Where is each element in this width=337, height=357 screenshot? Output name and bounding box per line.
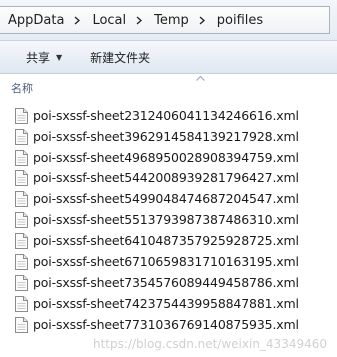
breadcrumb-item-local[interactable]: Local <box>84 7 146 33</box>
xml-file-icon <box>15 128 28 145</box>
file-name[interactable]: poi-sxssf-sheet7423754439958847881.xml <box>33 296 299 311</box>
file-list-item[interactable]: poi-sxssf-sheet6710659831710163195.xml <box>0 251 337 272</box>
breadcrumb-item-temp[interactable]: Temp <box>146 7 209 33</box>
file-name[interactable]: poi-sxssf-sheet6710659831710163195.xml <box>33 254 299 269</box>
share-button[interactable]: 共享 ▼ <box>18 45 70 69</box>
breadcrumb-label[interactable]: Local <box>84 13 132 28</box>
breadcrumb-item-appdata[interactable]: AppData <box>0 7 84 33</box>
sort-ascending-icon <box>196 74 205 83</box>
chevron-right-icon[interactable] <box>132 7 146 33</box>
file-list: poi-sxssf-sheet2312406041134246616.xml po… <box>0 100 337 357</box>
file-list-item[interactable]: poi-sxssf-sheet4968950028908394759.xml <box>0 147 337 168</box>
file-list-item[interactable]: poi-sxssf-sheet6410487357925928725.xml <box>0 230 337 251</box>
file-name[interactable]: poi-sxssf-sheet5442008939281796427.xml <box>33 170 299 185</box>
xml-file-icon <box>15 211 28 228</box>
file-name[interactable]: poi-sxssf-sheet2312406041134246616.xml <box>33 108 299 123</box>
dropdown-arrow-icon: ▼ <box>56 52 63 62</box>
address-bar: AppData Local Temp poifiles <box>0 0 337 41</box>
chevron-right-icon[interactable] <box>70 7 84 33</box>
file-name[interactable]: poi-sxssf-sheet7731036769140875935.xml <box>33 317 299 332</box>
breadcrumb-item-poifiles[interactable]: poifiles <box>209 7 269 33</box>
file-list-item[interactable]: poi-sxssf-sheet5513793987387486310.xml <box>0 209 337 230</box>
file-list-item[interactable]: poi-sxssf-sheet3962914584139217928.xml <box>0 126 337 147</box>
file-name[interactable]: poi-sxssf-sheet5513793987387486310.xml <box>33 212 299 227</box>
xml-file-icon <box>15 295 28 312</box>
chevron-right-icon[interactable] <box>195 7 209 33</box>
xml-file-icon <box>15 253 28 270</box>
column-header-label: 名称 <box>11 82 33 95</box>
file-list-item[interactable]: poi-sxssf-sheet2312406041134246616.xml <box>0 105 337 126</box>
xml-file-icon <box>15 274 28 291</box>
column-header-name[interactable]: 名称 <box>0 74 337 99</box>
breadcrumb-label[interactable]: poifiles <box>209 13 269 28</box>
file-name[interactable]: poi-sxssf-sheet4968950028908394759.xml <box>33 150 299 165</box>
breadcrumb-label[interactable]: AppData <box>0 13 70 28</box>
file-name[interactable]: poi-sxssf-sheet3962914584139217928.xml <box>33 129 299 144</box>
xml-file-icon <box>15 149 28 166</box>
file-list-item[interactable]: poi-sxssf-sheet5499048474687204547.xml <box>0 188 337 209</box>
file-list-item[interactable]: poi-sxssf-sheet7354576089449458786.xml <box>0 272 337 293</box>
new-folder-button[interactable]: 新建文件夹 <box>82 45 158 69</box>
xml-file-icon <box>15 107 28 124</box>
command-toolbar: 共享 ▼ 新建文件夹 <box>0 41 337 74</box>
share-label: 共享 <box>26 50 51 65</box>
file-list-item[interactable]: poi-sxssf-sheet7423754439958847881.xml <box>0 293 337 314</box>
xml-file-icon <box>15 190 28 207</box>
xml-file-icon <box>15 316 28 333</box>
watermark-text: https://blog.csdn.net/weixin_43349460 <box>92 337 327 351</box>
file-list-item[interactable]: poi-sxssf-sheet7731036769140875935.xml <box>0 314 337 335</box>
file-name[interactable]: poi-sxssf-sheet5499048474687204547.xml <box>33 191 299 206</box>
breadcrumb-label[interactable]: Temp <box>146 13 195 28</box>
file-name[interactable]: poi-sxssf-sheet6410487357925928725.xml <box>33 233 299 248</box>
file-list-item[interactable]: poi-sxssf-sheet5442008939281796427.xml <box>0 167 337 188</box>
xml-file-icon <box>15 169 28 186</box>
new-folder-label: 新建文件夹 <box>90 50 151 65</box>
file-name[interactable]: poi-sxssf-sheet7354576089449458786.xml <box>33 275 299 290</box>
breadcrumb[interactable]: AppData Local Temp poifiles <box>0 6 330 34</box>
xml-file-icon <box>15 232 28 249</box>
